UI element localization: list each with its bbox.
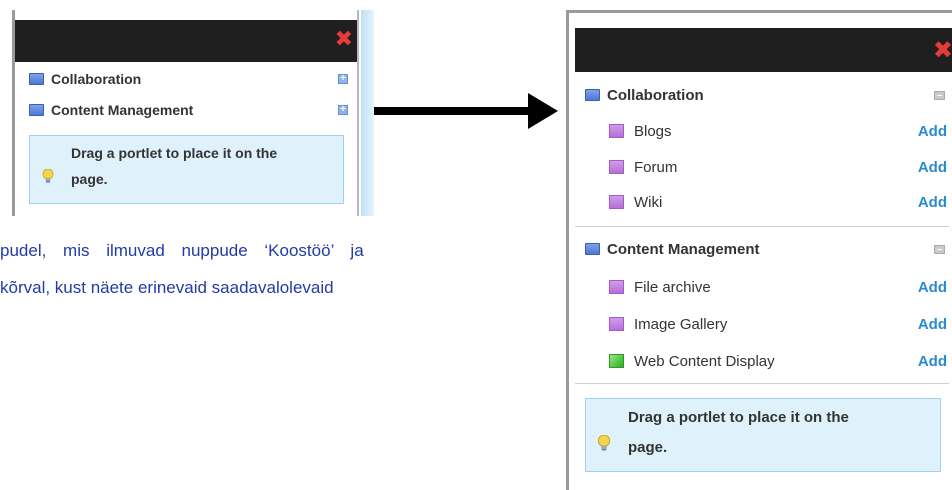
close-icon[interactable]: ✖: [933, 38, 952, 62]
portlet-icon: [609, 280, 624, 294]
portlet-item-file-archive[interactable]: File archive Add: [609, 275, 947, 299]
portlet-label: Forum: [634, 158, 678, 176]
category-icon: [585, 89, 600, 101]
instruction-line-1: pudel, mis ilmuvad nuppude ‘Koostöö’ ja: [0, 241, 364, 260]
portlet-item-image-gallery[interactable]: Image Gallery Add: [609, 312, 947, 336]
portlet-icon: [609, 317, 624, 331]
portlet-label: Blogs: [634, 122, 672, 140]
category-icon: [29, 73, 44, 85]
add-image-gallery-link[interactable]: Add: [918, 316, 947, 333]
add-web-content-display-link[interactable]: Add: [918, 353, 947, 370]
collapse-minus-icon[interactable]: [934, 91, 945, 100]
lightbulb-icon: [597, 435, 611, 451]
arrow-head-icon: [528, 93, 558, 129]
category-divider: [575, 226, 949, 227]
category-collaboration[interactable]: Collaboration +: [29, 68, 353, 90]
instruction-text: pudel, mis ilmuvad nuppude ‘Koostöö’ ja …: [0, 232, 380, 306]
portlet-item-blogs[interactable]: Blogs Add: [609, 119, 947, 143]
add-wiki-link[interactable]: Add: [918, 194, 947, 211]
category-label: Collaboration: [51, 71, 142, 87]
panel-border-right: [357, 10, 359, 216]
portlet-label: Wiki: [634, 193, 663, 211]
instruction-line-2: kõrval, kust näete erinevaid saadavalole…: [0, 278, 334, 297]
page-edge: [361, 10, 374, 216]
hint-line-1: Drag a portlet to place it on the: [628, 409, 849, 426]
hint-line-1: Drag a portlet to place it on the: [71, 145, 278, 161]
hint-line-2: page.: [71, 171, 108, 187]
web-content-icon: [609, 354, 624, 368]
close-icon[interactable]: ✖: [335, 29, 353, 51]
collapsed-add-application-panel: ✖ Collaboration + Content Management + D…: [12, 10, 374, 216]
category-content-management[interactable]: Content Management +: [29, 99, 353, 121]
portlet-label: Web Content Display: [634, 352, 775, 370]
portlet-label: File archive: [634, 278, 711, 296]
hint-line-2: page.: [628, 439, 668, 456]
portlet-item-wiki[interactable]: Wiki Add: [609, 190, 947, 214]
add-forum-link[interactable]: Add: [918, 159, 947, 176]
portlet-icon: [609, 195, 624, 209]
portlet-label: Image Gallery: [634, 315, 728, 333]
lightbulb-icon: [42, 169, 54, 183]
category-icon: [29, 104, 44, 116]
category-label: Content Management: [51, 102, 194, 118]
category-content-management[interactable]: Content Management: [585, 237, 945, 261]
portlet-item-web-content-display[interactable]: Web Content Display Add: [609, 349, 947, 373]
expand-plus-icon[interactable]: +: [338, 74, 348, 84]
panel-titlebar: ✖: [575, 28, 952, 72]
category-label: Collaboration: [607, 86, 704, 104]
category-divider: [575, 383, 949, 384]
expanded-add-application-panel: ✖ Collaboration Blogs Add Forum Add Wiki…: [566, 10, 952, 490]
arrow-shaft: [374, 107, 534, 115]
add-blogs-link[interactable]: Add: [918, 123, 947, 140]
drag-hint-box: Drag a portlet to place it on the page.: [29, 135, 344, 204]
category-icon: [585, 243, 600, 255]
collapse-minus-icon[interactable]: [934, 245, 945, 254]
portlet-icon: [609, 160, 624, 174]
portlet-item-forum[interactable]: Forum Add: [609, 155, 947, 179]
drag-hint-box: Drag a portlet to place it on the page.: [585, 398, 941, 472]
category-label: Content Management: [607, 240, 760, 258]
category-collaboration[interactable]: Collaboration: [585, 83, 945, 107]
portlet-icon: [609, 124, 624, 138]
add-file-archive-link[interactable]: Add: [918, 279, 947, 296]
panel-titlebar: ✖: [15, 20, 357, 62]
expand-plus-icon[interactable]: +: [338, 105, 348, 115]
